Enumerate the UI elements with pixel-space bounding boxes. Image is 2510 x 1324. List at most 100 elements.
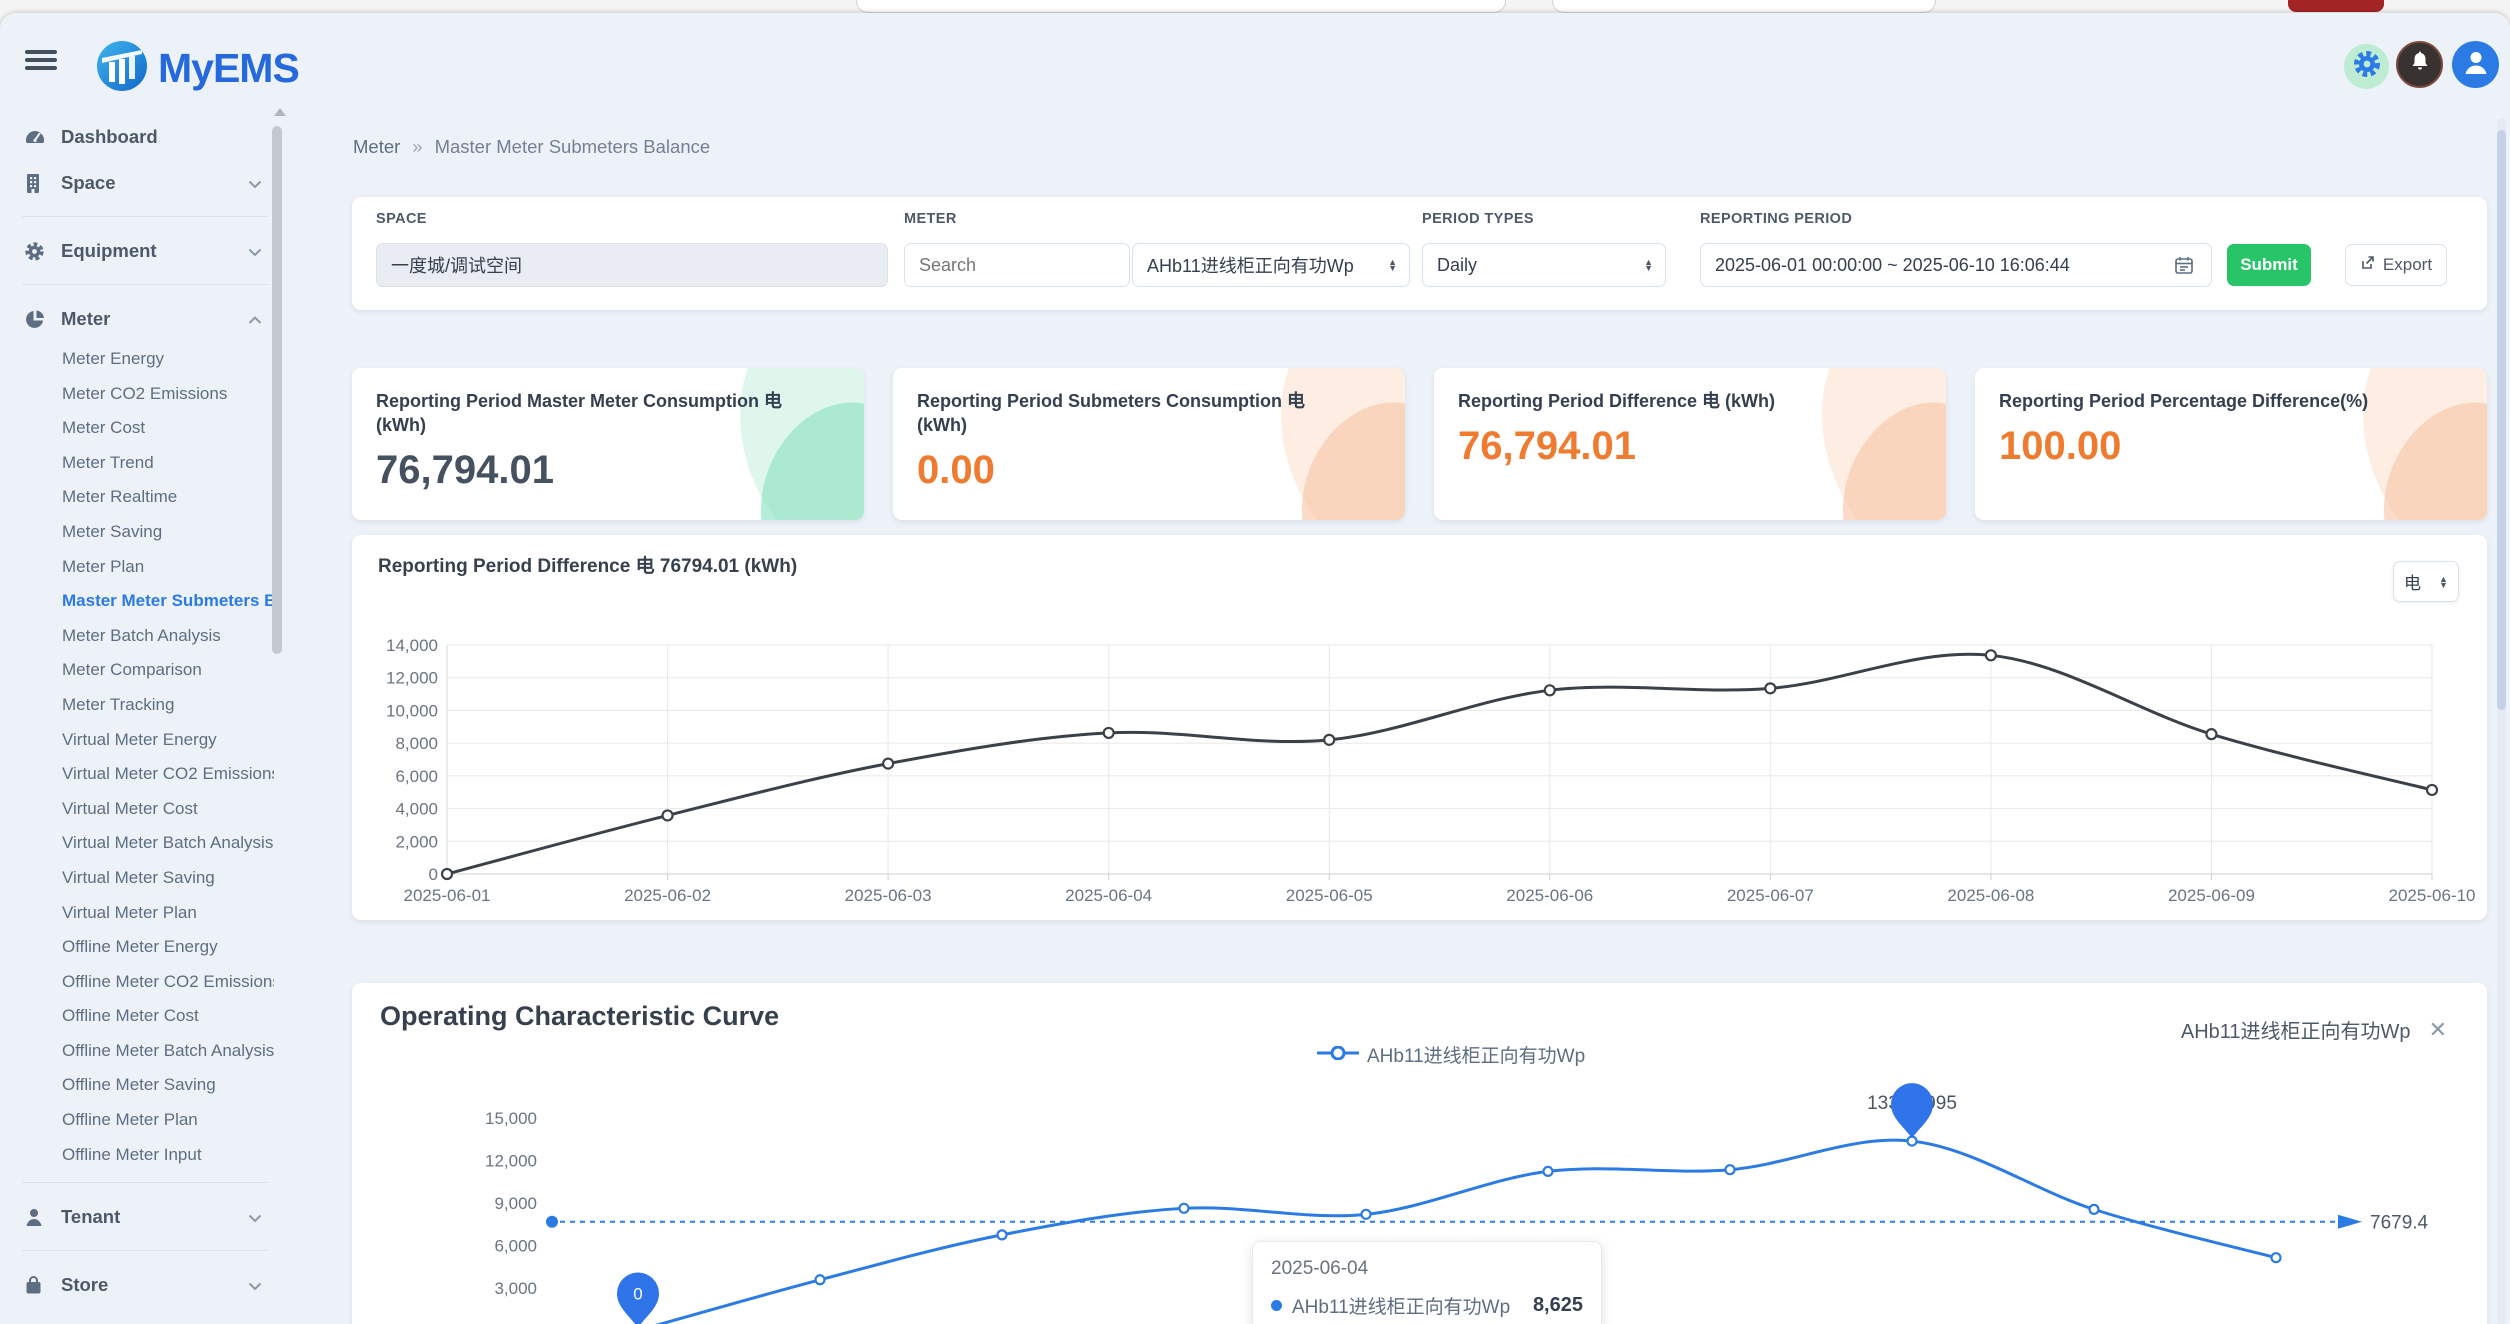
sidebar-subitem-meter-saving[interactable]: Meter Saving [12, 515, 274, 550]
sidebar-item-label: Dashboard [61, 126, 158, 148]
svg-text:10,000: 10,000 [386, 701, 438, 720]
sidebar-subitem-virtual-meter-cost[interactable]: Virtual Meter Cost [12, 792, 274, 827]
svg-text:0: 0 [429, 865, 438, 884]
browser-tab-remnant [1552, 0, 1936, 13]
sidebar-nav: Dashboard Space Equipment MeterMeter Energy… [12, 114, 274, 1308]
sidebar-item-tenant[interactable]: Tenant [12, 1194, 274, 1240]
svg-text:9,000: 9,000 [494, 1194, 537, 1213]
svg-text:14,000: 14,000 [386, 636, 438, 655]
svg-text:2025-06-08: 2025-06-08 [1947, 886, 2034, 905]
stat-card-title: Reporting Period Submeters Consumption 电… [917, 390, 1381, 438]
stat-card-title: Reporting Period Difference 电 (kWh) [1458, 390, 1922, 414]
difference-line-chart[interactable]: 02,0004,0006,0008,00010,00012,00014,0002… [352, 535, 2487, 920]
sidebar-subitem-meter-realtime[interactable]: Meter Realtime [12, 480, 274, 515]
notifications-button[interactable] [2396, 41, 2443, 88]
reporting-period-label: REPORTING PERIOD [1700, 211, 1852, 227]
sidebar-subitem-meter-plan[interactable]: Meter Plan [12, 550, 274, 585]
svg-text:15,000: 15,000 [485, 1109, 537, 1128]
gear-icon [2352, 49, 2382, 84]
meter-select[interactable]: AHb11进线柜正向有功Wp ▲▼ [1132, 243, 1410, 287]
sidebar-item-label: Tenant [61, 1206, 120, 1228]
space-input[interactable] [376, 243, 888, 287]
space-label: SPACE [376, 211, 427, 227]
sidebar-item-label: Store [61, 1274, 108, 1296]
svg-text:2025-06-06: 2025-06-06 [1506, 886, 1593, 905]
svg-text:2025-06-05: 2025-06-05 [1286, 886, 1373, 905]
sidebar-subitem-meter-tracking[interactable]: Meter Tracking [12, 688, 274, 723]
sidebar-subitem-meter-batch-analysis[interactable]: Meter Batch Analysis [12, 619, 274, 654]
breadcrumb-current: Master Meter Submeters Balance [435, 136, 711, 158]
user-icon [2460, 46, 2492, 83]
stat-card-reporting-period-percentage-difference: Reporting Period Percentage Difference(%… [1975, 368, 2487, 520]
period-type-select[interactable]: Daily ▲▼ [1422, 243, 1666, 287]
gauge-icon [24, 127, 48, 147]
sidebar-subitem-offline-meter-plan[interactable]: Offline Meter Plan [12, 1103, 274, 1138]
hamburger-menu-button[interactable] [25, 50, 57, 74]
building-icon [24, 173, 48, 193]
page-scrollbar[interactable] [2497, 130, 2506, 710]
account-button[interactable] [2452, 41, 2499, 88]
sidebar-subitem-offline-meter-batch-analysis[interactable]: Offline Meter Batch Analysis [12, 1034, 274, 1069]
svg-text:2025-06-09: 2025-06-09 [2168, 886, 2255, 905]
sidebar-scrollbar[interactable] [272, 126, 282, 654]
updown-arrows-icon: ▲▼ [1388, 259, 1397, 271]
screenshot-root: MyEMS Dashboard Space Equipment [0, 0, 2510, 1324]
meter-select-value: AHb11进线柜正向有功Wp [1147, 252, 1354, 278]
sidebar-subitem-offline-meter-cost[interactable]: Offline Meter Cost [12, 999, 274, 1034]
tooltip-value: 8,625 [1533, 1294, 1583, 1317]
svg-text:2025-06-10: 2025-06-10 [2389, 886, 2476, 905]
updown-arrows-icon: ▲▼ [1644, 259, 1653, 271]
meter-label: METER [904, 211, 957, 227]
tooltip-date: 2025-06-04 [1271, 1258, 1583, 1280]
sidebar-divider [12, 1172, 274, 1194]
svg-text:2025-06-01: 2025-06-01 [404, 886, 491, 905]
sidebar-subitem-offline-meter-saving[interactable]: Offline Meter Saving [12, 1068, 274, 1103]
sidebar-item-meter[interactable]: Meter [12, 296, 274, 342]
stat-card-title: Reporting Period Master Meter Consumptio… [376, 390, 840, 438]
sidebar-subitem-meter-energy[interactable]: Meter Energy [12, 342, 274, 377]
sidebar-subitem-offline-meter-input[interactable]: Offline Meter Input [12, 1138, 274, 1173]
sidebar-subitem-offline-meter-energy[interactable]: Offline Meter Energy [12, 930, 274, 965]
submit-button[interactable]: Submit [2227, 244, 2311, 286]
sidebar-item-space[interactable]: Space [12, 160, 274, 206]
logo-text: MyEMS [158, 45, 299, 92]
svg-text:0: 0 [633, 1285, 642, 1304]
sidebar-subitem-meter-trend[interactable]: Meter Trend [12, 446, 274, 481]
sidebar-item-dashboard[interactable]: Dashboard [12, 114, 274, 160]
meter-search-input[interactable] [904, 243, 1130, 287]
sidebar-subitem-offline-meter-co2-emissions[interactable]: Offline Meter CO2 Emissions [12, 965, 274, 1000]
svg-text:8,000: 8,000 [395, 734, 438, 753]
export-button[interactable]: Export [2345, 244, 2447, 286]
calendar-icon[interactable] [2174, 255, 2194, 280]
sidebar-subitem-virtual-meter-co2-emissions[interactable]: Virtual Meter CO2 Emissions [12, 757, 274, 792]
stat-card-value: 100.00 [1999, 424, 2463, 469]
chart-tooltip: 2025-06-04 AHb11进线柜正向有功Wp 8,625 [1252, 1241, 1602, 1324]
svg-text:2025-06-03: 2025-06-03 [845, 886, 932, 905]
breadcrumb-parent[interactable]: Meter [353, 136, 400, 158]
app-logo[interactable]: MyEMS [96, 40, 299, 97]
reporting-period-input[interactable] [1700, 243, 2212, 287]
sidebar-subitem-meter-comparison[interactable]: Meter Comparison [12, 653, 274, 688]
occ-chart-card: Operating Characteristic Curve AHb11进线柜正… [352, 983, 2487, 1324]
sidebar-scroll-up-arrow[interactable] [274, 108, 286, 116]
sidebar-subitem-meter-cost[interactable]: Meter Cost [12, 411, 274, 446]
filter-panel: SPACE METER AHb11进线柜正向有功Wp ▲▼ PERIOD TYP… [352, 197, 2487, 310]
stat-card-value: 76,794.01 [376, 448, 840, 493]
difference-chart-card: Reporting Period Difference 电 76794.01 (… [352, 535, 2487, 920]
svg-text:12,000: 12,000 [386, 669, 438, 688]
stat-card-value: 76,794.01 [1458, 424, 1922, 469]
sidebar-subitem-meter-co2-emissions[interactable]: Meter CO2 Emissions [12, 377, 274, 412]
browser-red-button-remnant [2288, 0, 2384, 12]
chevron-down-icon [248, 1206, 262, 1228]
sidebar-subitem-virtual-meter-plan[interactable]: Virtual Meter Plan [12, 896, 274, 931]
stat-card-reporting-period-difference-kwh: Reporting Period Difference 电 (kWh) 76,79… [1434, 368, 1946, 520]
sidebar-subitem-master-meter-submeters-balance[interactable]: Master Meter Submeters Balance [12, 584, 274, 619]
bell-icon [2408, 50, 2432, 79]
svg-text:3,000: 3,000 [494, 1279, 537, 1298]
sidebar-subitem-virtual-meter-batch-analysis[interactable]: Virtual Meter Batch Analysis [12, 826, 274, 861]
sidebar-subitem-virtual-meter-saving[interactable]: Virtual Meter Saving [12, 861, 274, 896]
sidebar-item-store[interactable]: Store [12, 1262, 274, 1308]
settings-button[interactable] [2344, 44, 2389, 89]
sidebar-subitem-virtual-meter-energy[interactable]: Virtual Meter Energy [12, 723, 274, 758]
sidebar-item-equipment[interactable]: Equipment [12, 228, 274, 274]
